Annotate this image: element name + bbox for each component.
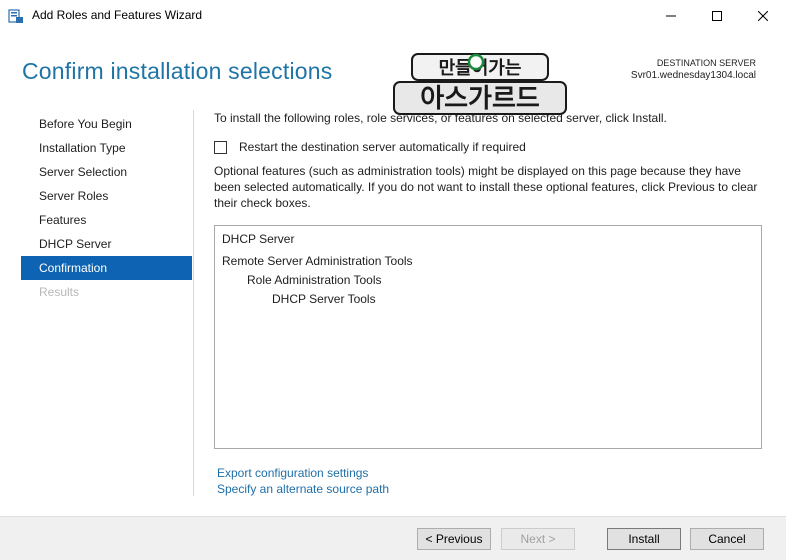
destination-server-label: DESTINATION SERVER xyxy=(656,58,756,68)
export-configuration-link[interactable]: Export configuration settings xyxy=(217,466,368,480)
wizard-footer: < Previous Next > Install Cancel xyxy=(0,516,786,560)
nav-item-server-roles[interactable]: Server Roles xyxy=(21,184,192,208)
next-button: Next > xyxy=(501,528,575,550)
window-title: Add Roles and Features Wizard xyxy=(32,8,203,22)
nav-item-before-you-begin[interactable]: Before You Begin xyxy=(21,112,192,136)
feature-item-role-admin-tools: Role Administration Tools xyxy=(247,273,382,287)
nav-item-installation-type[interactable]: Installation Type xyxy=(21,136,192,160)
nav-item-results: Results xyxy=(39,285,80,299)
watermark-logo: 만들어가는 아스가르드 xyxy=(393,53,567,115)
cancel-button[interactable]: Cancel xyxy=(690,528,764,550)
features-list: DHCP Server Remote Server Administration… xyxy=(214,225,762,449)
title-bar: Add Roles and Features Wizard xyxy=(0,0,786,32)
nav-item-confirmation[interactable]: Confirmation xyxy=(21,256,192,280)
svg-text:아스가르드: 아스가르드 xyxy=(420,84,540,114)
intro-text: To install the following roles, role ser… xyxy=(214,111,667,125)
server-manager-icon xyxy=(8,9,23,23)
maximize-button[interactable] xyxy=(694,0,740,32)
wizard-nav: Before You Begin Installation Type Serve… xyxy=(21,112,192,304)
feature-item-dhcp-server-tools: DHCP Server Tools xyxy=(272,292,376,306)
nav-item-features[interactable]: Features xyxy=(21,208,192,232)
nav-item-dhcp-server[interactable]: DHCP Server xyxy=(21,232,192,256)
nav-item-server-selection[interactable]: Server Selection xyxy=(21,160,192,184)
maximize-icon xyxy=(712,11,722,21)
optional-features-text: Optional features (such as administratio… xyxy=(214,164,758,210)
destination-server-value: Svr01.wednesday1304.local xyxy=(630,70,756,81)
minimize-icon xyxy=(666,15,676,17)
restart-label[interactable]: Restart the destination server automatic… xyxy=(239,140,526,154)
restart-checkbox[interactable] xyxy=(214,140,227,154)
close-icon xyxy=(758,11,768,21)
wizard-header: Confirm installation selections 만들어가는 아스… xyxy=(0,32,786,115)
minimize-button[interactable] xyxy=(648,0,694,32)
install-button[interactable]: Install xyxy=(607,528,681,550)
previous-button[interactable]: < Previous xyxy=(417,528,491,550)
alternate-source-link[interactable]: Specify an alternate source path xyxy=(217,482,389,496)
feature-item-dhcp-server: DHCP Server xyxy=(222,232,295,246)
page-title: Confirm installation selections xyxy=(22,58,333,84)
close-button[interactable] xyxy=(740,0,786,32)
restart-option[interactable]: Restart the destination server automatic… xyxy=(214,140,526,154)
nav-divider xyxy=(193,110,194,496)
feature-item-rsat: Remote Server Administration Tools xyxy=(222,254,413,268)
